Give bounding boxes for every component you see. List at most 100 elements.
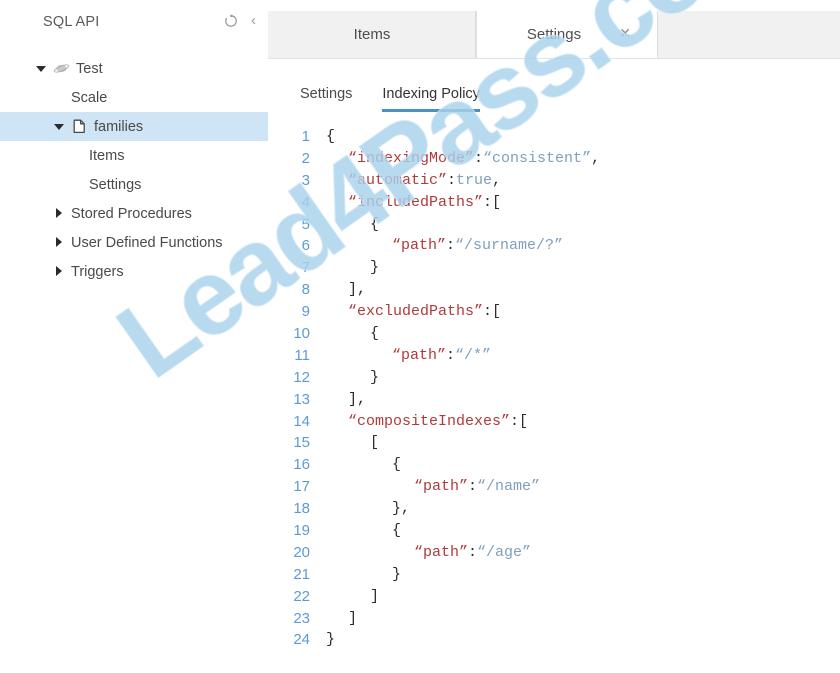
chevron-right-icon[interactable] (54, 208, 65, 219)
json-token-punct: { (392, 456, 402, 474)
code-text[interactable]: }, (392, 500, 410, 517)
json-token-key: “indexingMode” (348, 149, 475, 167)
code-text[interactable]: ], (348, 391, 366, 408)
caret-spacer (54, 92, 65, 103)
code-text[interactable]: } (370, 369, 379, 386)
tree-item-user-defined-functions[interactable]: User Defined Functions (0, 228, 268, 257)
code-line: 2 “indexingMode”:“consistent”, (268, 150, 840, 172)
line-number: 14 (293, 412, 310, 430)
refresh-icon[interactable] (224, 14, 238, 28)
line-number: 21 (293, 565, 310, 583)
json-token-punct: }, (392, 500, 411, 518)
json-token-punct: { (370, 215, 380, 233)
code-line: 23] (268, 610, 840, 632)
json-token-bool: true (456, 171, 493, 189)
code-text[interactable]: “excludedPaths”:[ (348, 303, 501, 320)
tree-item-label: Stored Procedures (71, 205, 192, 222)
tree-item-test[interactable]: Test (0, 54, 268, 83)
database-account-icon (53, 60, 70, 77)
sub-tab-settings[interactable]: Settings (300, 86, 352, 112)
json-token-punct: { (326, 128, 336, 145)
chevron-down-icon[interactable] (36, 63, 47, 74)
json-token-punct: { (392, 522, 402, 540)
tree-item-triggers[interactable]: Triggers (0, 257, 268, 286)
tree-item-stored-procedures[interactable]: Stored Procedures (0, 199, 268, 228)
code-text[interactable]: } (392, 566, 401, 583)
line-number: 12 (293, 368, 310, 386)
code-text[interactable]: “path”:“/name” (414, 478, 540, 495)
json-token-str: “/age” (477, 543, 532, 561)
collapse-chevron-left-icon[interactable]: ‹ (251, 13, 256, 28)
content-pane: Items Settings ✕ Settings Indexing Policy 1… (268, 0, 840, 673)
tree-item-label: Triggers (71, 263, 124, 280)
explorer-header: SQL API ‹ (0, 13, 268, 44)
window-tab-settings[interactable]: Settings ✕ (476, 11, 658, 58)
line-number: 2 (301, 149, 310, 167)
chevron-right-icon[interactable] (54, 266, 65, 277)
json-token-punct: ], (348, 390, 367, 408)
code-text[interactable]: “compositeIndexes”:[ (348, 413, 528, 430)
line-number: 23 (293, 609, 310, 627)
json-token-punct: { (370, 325, 380, 343)
tree-item-label: Settings (89, 176, 142, 193)
code-text[interactable]: “path”:“/surname/?” (392, 237, 563, 254)
code-line: 21} (268, 566, 840, 588)
json-token-punct: ] (370, 587, 380, 605)
chevron-right-icon[interactable] (54, 237, 65, 248)
container-document-icon (71, 118, 88, 135)
line-number: 7 (301, 259, 310, 277)
line-number: 20 (293, 543, 310, 561)
resource-tree: Test Scale families Items Settings Stored Pro… (0, 54, 268, 286)
json-token-key: “compositeIndexes” (348, 412, 511, 430)
code-text[interactable]: “path”:“/*” (392, 347, 491, 364)
code-text[interactable]: { (392, 456, 401, 473)
code-line: 20 “path”:“/age” (268, 544, 840, 566)
code-text[interactable]: { (326, 128, 335, 145)
caret-spacer (72, 179, 83, 190)
code-text[interactable]: [ (370, 434, 379, 451)
code-text[interactable]: “indexingMode”:“consistent”, (348, 150, 600, 167)
json-token-key: “path” (414, 543, 469, 561)
tree-item-items[interactable]: Items (0, 141, 268, 170)
code-text[interactable]: } (370, 259, 379, 276)
code-text[interactable]: “path”:“/age” (414, 544, 531, 561)
code-text[interactable]: ] (370, 588, 379, 605)
line-number: 10 (293, 325, 310, 343)
code-line: 3 “automatic”:true, (268, 172, 840, 194)
code-text[interactable]: { (370, 216, 379, 233)
data-explorer-pane: SQL API ‹ Test Scale families Items Settings… (0, 0, 268, 673)
line-number: 5 (301, 215, 310, 233)
sub-tab-indexing-policy[interactable]: Indexing Policy (382, 86, 480, 112)
json-token-punct: :[ (483, 303, 502, 321)
tree-item-label: Scale (71, 89, 108, 106)
line-number: 18 (293, 500, 310, 518)
tree-item-scale[interactable]: Scale (0, 83, 268, 112)
json-token-key: “path” (414, 478, 469, 496)
indexing-policy-editor[interactable]: 1{2 “indexingMode”:“consistent”, 3 “automat… (268, 128, 840, 673)
code-text[interactable]: “automatic”:true, (348, 172, 501, 189)
code-text[interactable]: ] (348, 610, 357, 627)
tree-item-settings[interactable]: Settings (0, 170, 268, 199)
json-token-punct: ], (348, 281, 367, 299)
code-text[interactable]: “includedPaths”:[ (348, 194, 501, 211)
line-number: 9 (301, 303, 310, 321)
code-line: 1{ (268, 128, 840, 150)
code-line: 16 { (268, 456, 840, 478)
window-tab-items[interactable]: Items (269, 11, 476, 58)
window-tab-label: Items (353, 26, 391, 43)
code-line: 10 { (268, 325, 840, 347)
tree-item-label: Test (76, 60, 103, 77)
code-line: 24} (268, 631, 840, 653)
close-icon[interactable]: ✕ (619, 26, 631, 40)
code-text[interactable]: { (392, 522, 401, 539)
tree-item-label: families (94, 118, 144, 135)
tree-item-families[interactable]: families (0, 112, 268, 141)
json-token-key: “path” (392, 346, 447, 364)
code-text[interactable]: ], (348, 281, 366, 298)
code-text[interactable]: { (370, 325, 379, 342)
code-text[interactable]: } (326, 631, 335, 648)
json-token-str: “consistent” (483, 149, 592, 167)
line-number: 3 (301, 171, 310, 189)
json-token-punct: : (446, 237, 456, 255)
chevron-down-icon[interactable] (54, 121, 65, 132)
